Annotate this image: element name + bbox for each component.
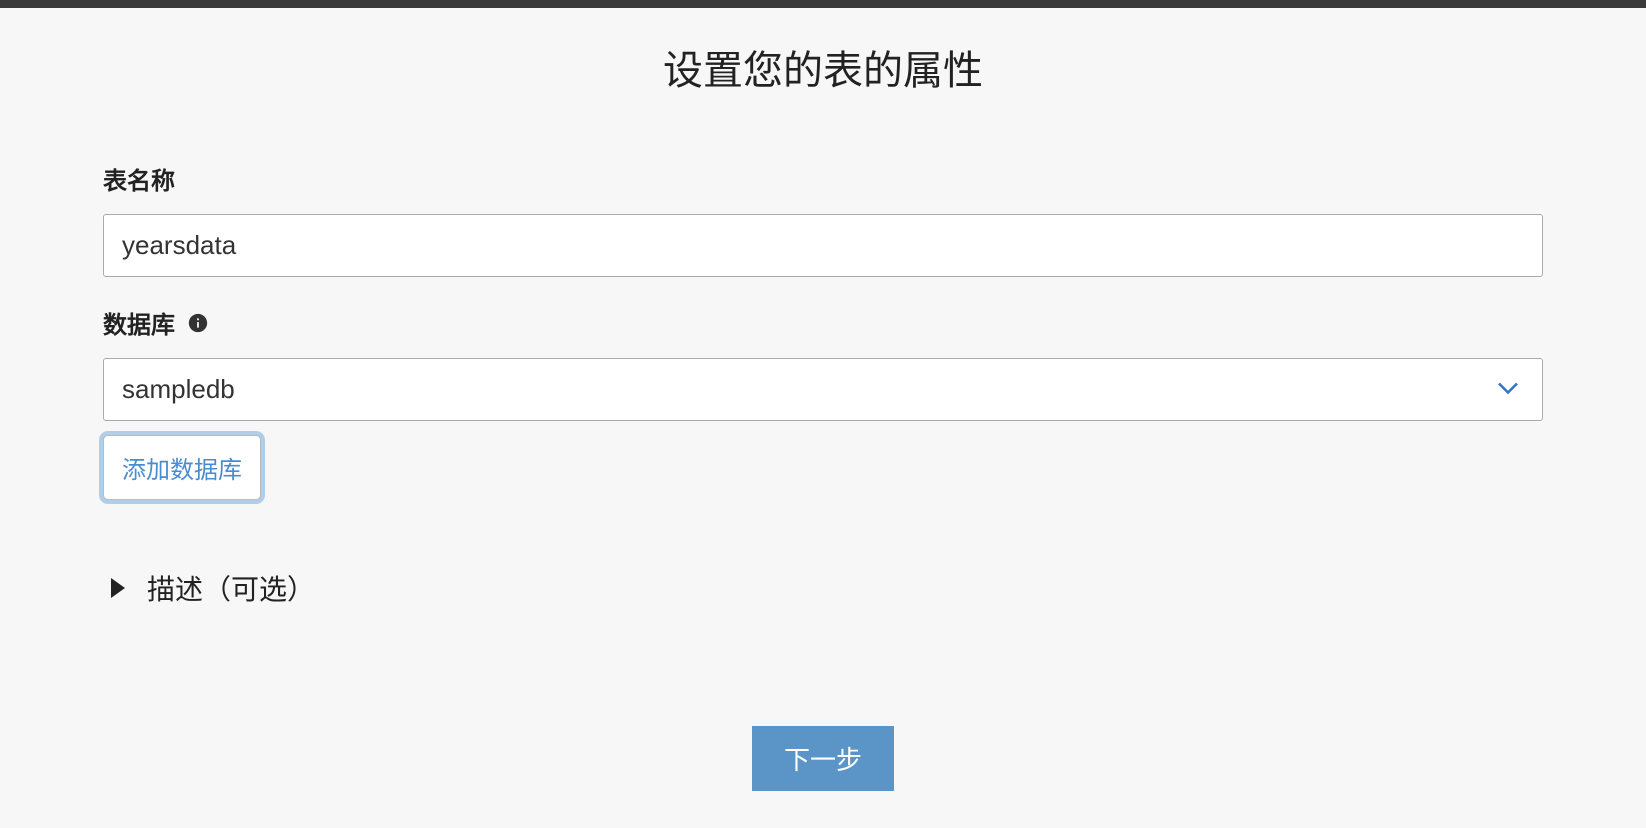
- description-label: 描述（可选）: [147, 568, 315, 608]
- table-name-group: 表名称: [103, 161, 1543, 277]
- description-section[interactable]: 描述（可选）: [103, 568, 1543, 608]
- next-button-container: 下一步: [103, 726, 1543, 791]
- table-name-input[interactable]: [103, 214, 1543, 277]
- page-title: 设置您的表的属性: [0, 38, 1646, 96]
- database-group: 数据库 sampledb 添加数据库: [103, 305, 1543, 500]
- database-label-text: 数据库: [103, 305, 175, 340]
- next-button[interactable]: 下一步: [752, 726, 894, 791]
- database-select[interactable]: sampledb: [103, 358, 1543, 421]
- form-container: 表名称 数据库 sampledb 添加: [103, 161, 1543, 791]
- content-wrapper: 设置您的表的属性 表名称 数据库 sampledb: [0, 8, 1646, 791]
- database-select-container: sampledb: [103, 358, 1543, 421]
- table-name-label: 表名称: [103, 161, 1543, 196]
- add-database-button[interactable]: 添加数据库: [103, 435, 261, 500]
- database-label: 数据库: [103, 305, 1543, 340]
- table-name-label-text: 表名称: [103, 161, 175, 196]
- top-bar: [0, 0, 1646, 8]
- info-icon[interactable]: [187, 312, 209, 334]
- triangle-right-icon: [111, 578, 125, 598]
